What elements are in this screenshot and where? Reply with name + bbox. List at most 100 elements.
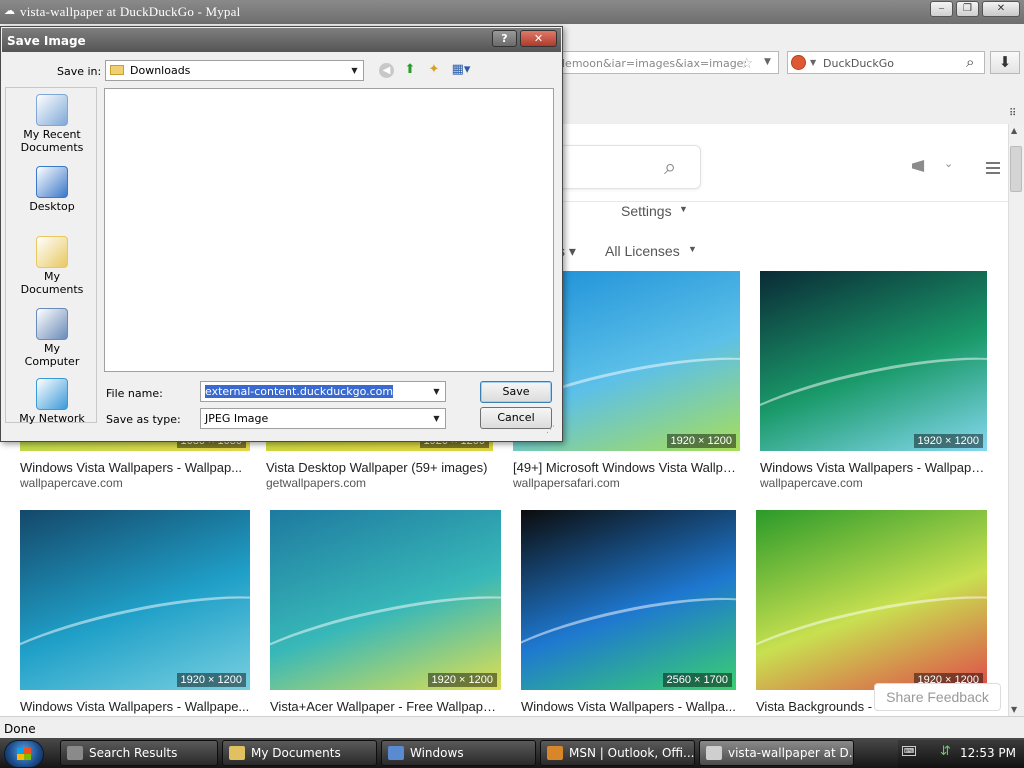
resolution-badge: 2560 × 1700: [662, 673, 732, 687]
place-label: My Network: [19, 412, 85, 425]
dialog-close-button[interactable]: ✕: [520, 30, 557, 47]
keyboard-icon[interactable]: ⌨: [902, 746, 916, 756]
page-scrollbar[interactable]: [1008, 124, 1024, 716]
search-go-icon[interactable]: ⌕: [966, 53, 974, 71]
browser-title-bar: ☁ vista-wallpaper at DuckDuckGo - Mypal …: [0, 0, 1024, 24]
result-title[interactable]: Vista+Acer Wallpaper - Free Wallpapers: [270, 699, 501, 714]
taskbar-item-label: Search Results: [89, 746, 178, 760]
resolution-badge: 1920 × 1200: [666, 434, 736, 448]
result-title[interactable]: [49+] Microsoft Windows Vista Wallpa...: [513, 460, 740, 475]
result-title[interactable]: Windows Vista Wallpapers - Wallpap...: [20, 460, 250, 475]
nav-divider: [558, 201, 1008, 202]
dialog-title-bar: Save Image ? ✕: [2, 28, 561, 52]
folder-icon: [110, 65, 124, 75]
result-source[interactable]: getwallpapers.com: [266, 476, 366, 490]
taskbar-item[interactable]: Search Results: [60, 740, 218, 766]
settings-menu[interactable]: Settings: [621, 203, 672, 219]
place-label: My Recent Documents: [20, 128, 84, 154]
taskbar-item[interactable]: Windows: [381, 740, 536, 766]
place-my-computer[interactable]: My Computer: [6, 308, 98, 368]
url-dropdown-icon[interactable]: ▼: [764, 57, 771, 67]
maximize-button[interactable]: ❐: [956, 1, 979, 17]
start-button[interactable]: [4, 740, 44, 768]
taskbar-item[interactable]: My Documents: [222, 740, 377, 766]
license-filter[interactable]: All Licenses: [605, 243, 680, 259]
taskbar-item-icon: [388, 746, 404, 760]
downloads-button[interactable]: ⬇: [990, 51, 1020, 74]
place-my-documents[interactable]: My Documents: [6, 236, 98, 296]
scroll-up-icon[interactable]: ▲: [1011, 126, 1017, 135]
result-source[interactable]: wallpapercave.com: [760, 476, 863, 490]
result-source[interactable]: wallpapersafari.com: [513, 476, 620, 490]
save-in-dropdown[interactable]: Downloads ▼: [105, 60, 364, 81]
help-button[interactable]: ?: [492, 30, 517, 47]
scrollbar-thumb[interactable]: [1010, 146, 1022, 192]
network-icon[interactable]: ⇵: [940, 744, 951, 759]
result-thumbnail[interactable]: 1920 × 1200: [270, 510, 501, 690]
bookmark-star-icon[interactable]: ☆: [740, 54, 753, 72]
place-label: My Documents: [20, 270, 84, 296]
taskbar-item-label: My Documents: [251, 746, 341, 760]
ddg-search-box[interactable]: ⌕: [558, 145, 701, 189]
settings-dropdown-icon[interactable]: ▼: [679, 204, 688, 214]
place-desktop[interactable]: Desktop: [6, 166, 98, 213]
up-folder-icon[interactable]: ⬆: [402, 62, 418, 78]
address-text: lemoon&iar=images&iax=image:: [562, 57, 748, 70]
minimize-button[interactable]: –: [930, 1, 953, 17]
share-feedback-button[interactable]: Share Feedback: [874, 683, 1001, 711]
result-thumbnail[interactable]: 2560 × 1700: [521, 510, 736, 690]
save-type-arrow-icon: ▼: [433, 414, 440, 423]
places-bar: My Recent Documents Desktop My Documents My…: [5, 87, 98, 425]
resolution-badge: 1920 × 1200: [176, 673, 246, 687]
license-dropdown-icon[interactable]: ▼: [688, 244, 697, 254]
save-type-dropdown[interactable]: JPEG Image ▼: [200, 408, 446, 429]
resize-grip-icon[interactable]: ⋰: [546, 425, 555, 435]
scroll-down-icon[interactable]: ▼: [1011, 705, 1017, 714]
result-title[interactable]: Vista Desktop Wallpaper (59+ images): [266, 460, 493, 475]
save-type-label: Save as type:: [106, 413, 181, 426]
result-thumbnail[interactable]: 1920 × 1200: [756, 510, 987, 690]
place-icon: [36, 236, 68, 268]
result-source[interactable]: wallpapercave.com: [20, 476, 123, 490]
status-bar: Done: [0, 716, 1024, 738]
clock[interactable]: 12:53 PM: [960, 746, 1016, 760]
save-in-label: Save in:: [57, 65, 102, 78]
place-label: My Computer: [24, 342, 80, 368]
result-title[interactable]: Windows Vista Wallpapers - Wallpa...: [521, 699, 736, 714]
taskbar-item-icon: [67, 746, 83, 760]
search-engine-label: DuckDuckGo: [823, 57, 894, 70]
cancel-button[interactable]: Cancel: [480, 407, 552, 429]
address-bar[interactable]: lemoon&iar=images&iax=image: ☆ ▼: [555, 51, 779, 74]
place-my-network[interactable]: My Network: [6, 378, 98, 425]
megaphone-icon[interactable]: [912, 160, 925, 172]
close-window-button[interactable]: ✕: [982, 1, 1020, 17]
place-my-recent-documents[interactable]: My Recent Documents: [6, 94, 98, 154]
hamburger-menu-icon[interactable]: [986, 162, 1000, 174]
file-name-value: external-content.duckduckgo.com: [205, 385, 394, 398]
save-in-arrow-icon: ▼: [351, 66, 358, 75]
result-thumbnail[interactable]: 1920 × 1200: [20, 510, 250, 690]
result-title[interactable]: Windows Vista Wallpapers - Wallpape...: [20, 699, 250, 714]
search-magnifier-icon[interactable]: ⌕: [664, 155, 676, 180]
download-arrow-icon: ⬇: [998, 53, 1012, 71]
search-bar[interactable]: ▼ DuckDuckGo ⌕: [787, 51, 985, 74]
new-folder-icon[interactable]: ✦: [426, 62, 442, 78]
duckduckgo-engine-icon[interactable]: [791, 55, 806, 70]
place-icon: [36, 94, 68, 126]
dialog-title: Save Image: [7, 34, 86, 48]
result-thumbnail[interactable]: 1920 × 1200: [760, 271, 987, 451]
save-button[interactable]: Save: [480, 381, 552, 403]
megaphone-dropdown-icon[interactable]: ⌄: [944, 157, 953, 170]
file-name-field[interactable]: external-content.duckduckgo.com ▼: [200, 381, 446, 402]
taskbar-item-label: vista-wallpaper at D...: [728, 746, 854, 760]
taskbar-item[interactable]: vista-wallpaper at D...: [699, 740, 854, 766]
file-name-arrow-icon[interactable]: ▼: [428, 382, 445, 401]
result-title[interactable]: Windows Vista Wallpapers - Wallpape...: [760, 460, 987, 475]
taskbar-item[interactable]: MSN | Outlook, Offi...: [540, 740, 695, 766]
status-text: Done: [4, 722, 36, 736]
back-icon[interactable]: ◀: [379, 63, 394, 78]
engine-dropdown-icon[interactable]: ▼: [810, 58, 816, 67]
windows-logo-icon: [17, 748, 31, 760]
view-menu-icon[interactable]: ▦▾: [450, 62, 472, 78]
file-list[interactable]: [104, 88, 554, 372]
